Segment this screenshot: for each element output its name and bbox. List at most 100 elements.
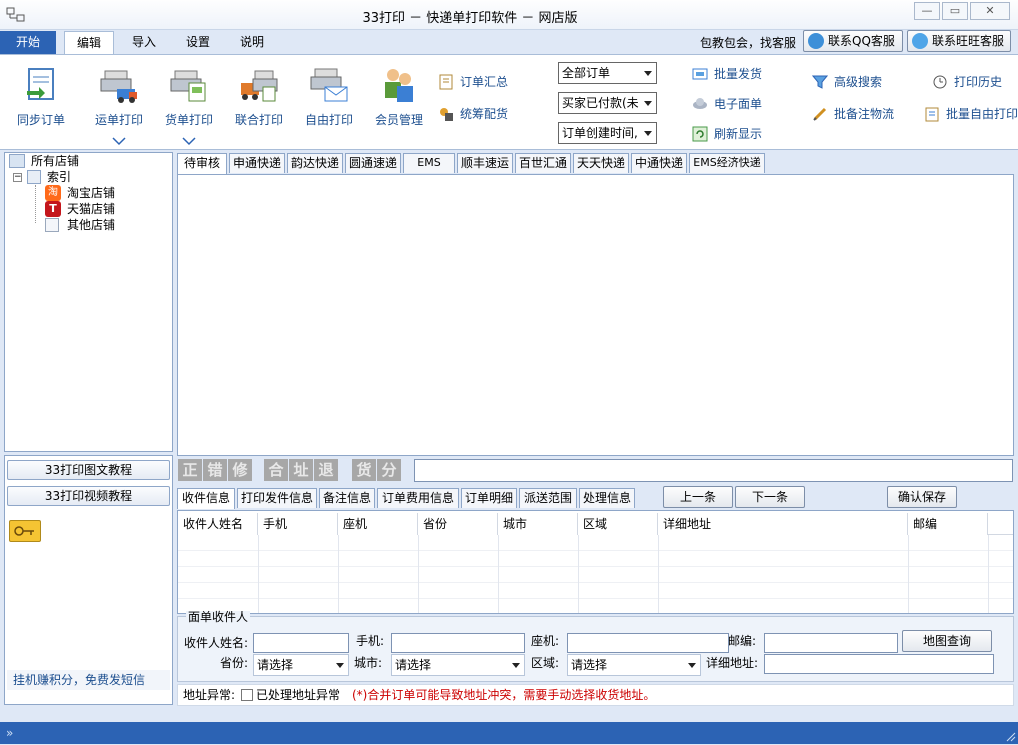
waybill-dropdown-icon[interactable] bbox=[111, 135, 127, 146]
tab-edit[interactable]: 编辑 bbox=[64, 31, 114, 54]
col-name[interactable]: 收件人姓名 bbox=[178, 513, 258, 535]
flag-merge-button[interactable]: 合 bbox=[264, 459, 288, 481]
flag-return-button[interactable]: 退 bbox=[314, 459, 338, 481]
col-address[interactable]: 详细地址 bbox=[658, 513, 908, 535]
order-status-select[interactable]: 买家已付款(未 bbox=[558, 92, 657, 114]
grid-col-divider bbox=[988, 535, 989, 613]
tab-recipient-info[interactable]: 收件信息 bbox=[177, 488, 235, 509]
tab-delivery-range[interactable]: 派送范围 bbox=[519, 488, 577, 508]
goods-print-button[interactable]: 货单打印 bbox=[160, 63, 218, 143]
map-query-button[interactable]: 地图查询 bbox=[902, 630, 992, 652]
tutorial-video-button[interactable]: 33打印视频教程 bbox=[7, 486, 170, 506]
batch-free-print-button[interactable]: 批量自由打印 bbox=[920, 103, 1018, 125]
tab-remarks[interactable]: 备注信息 bbox=[319, 488, 375, 508]
table-row[interactable] bbox=[178, 567, 1013, 583]
order-list[interactable] bbox=[177, 174, 1014, 456]
tab-sender-info[interactable]: 打印发件信息 bbox=[237, 488, 317, 508]
waybill-print-button[interactable]: 运单打印 bbox=[90, 63, 148, 143]
expand-icon[interactable]: » bbox=[6, 726, 13, 740]
tree-taobao[interactable]: 淘 淘宝店铺 bbox=[45, 185, 115, 201]
table-row[interactable] bbox=[178, 583, 1013, 599]
mobile-field[interactable] bbox=[391, 633, 525, 653]
col-mobile[interactable]: 手机 bbox=[258, 513, 338, 535]
combined-print-button[interactable]: 联合打印 bbox=[228, 63, 290, 143]
refresh-label: 刷新显示 bbox=[714, 127, 763, 141]
confirm-save-button[interactable]: 确认保存 bbox=[887, 486, 957, 508]
advanced-search-button[interactable]: 高级搜索 bbox=[808, 71, 908, 93]
tab-htky[interactable]: 百世汇通 bbox=[515, 153, 571, 173]
tab-pending-review[interactable]: 待审核 bbox=[177, 153, 227, 174]
tab-processing-info[interactable]: 处理信息 bbox=[579, 488, 635, 508]
col-zip[interactable]: 邮编 bbox=[908, 513, 988, 535]
col-city[interactable]: 城市 bbox=[498, 513, 578, 535]
print-history-button[interactable]: 打印历史 bbox=[928, 71, 1018, 93]
flag-split-button[interactable]: 分 bbox=[377, 459, 401, 481]
tree-index[interactable]: 索引 bbox=[27, 169, 71, 185]
tab-zto[interactable]: 中通快递 bbox=[631, 153, 687, 173]
flag-error-button[interactable]: 错 bbox=[203, 459, 227, 481]
qq-support-button[interactable]: 联系QQ客服 bbox=[803, 30, 903, 52]
order-scope-select[interactable]: 全部订单 bbox=[558, 62, 657, 84]
tab-tiantian[interactable]: 天天快递 bbox=[573, 153, 629, 173]
tab-help[interactable]: 说明 bbox=[230, 31, 274, 54]
order-summary-button[interactable]: 订单汇总 bbox=[434, 71, 544, 93]
store-tree-panel: 所有店铺 − 索引 淘 淘宝店铺 T 天猫店铺 其他店铺 bbox=[4, 152, 173, 452]
table-row[interactable] bbox=[178, 551, 1013, 567]
col-phone[interactable]: 座机 bbox=[338, 513, 418, 535]
earn-points-link[interactable]: 挂机赚积分，免费发短信 bbox=[7, 670, 170, 690]
stock-allocation-button[interactable]: 统筹配货 bbox=[434, 103, 544, 125]
flag-modify-button[interactable]: 修 bbox=[228, 459, 252, 481]
tab-order-detail[interactable]: 订单明细 bbox=[461, 488, 517, 508]
chevron-down-icon bbox=[644, 131, 652, 136]
recipient-name-field[interactable] bbox=[253, 633, 349, 653]
sync-orders-button[interactable]: 同步订单 bbox=[10, 63, 72, 143]
tab-ems[interactable]: EMS bbox=[403, 153, 455, 173]
tree-other[interactable]: 其他店铺 bbox=[45, 217, 115, 233]
tree-collapse-icon[interactable]: − bbox=[13, 173, 22, 182]
city-select[interactable]: 请选择 bbox=[391, 654, 525, 676]
tree-root[interactable]: 所有店铺 bbox=[9, 153, 79, 169]
refresh-button[interactable]: 刷新显示 bbox=[688, 123, 778, 145]
tutorial-text-button[interactable]: 33打印图文教程 bbox=[7, 460, 170, 480]
batch-ship-button[interactable]: 批量发货 bbox=[688, 63, 778, 85]
tab-sto[interactable]: 申通快递 bbox=[229, 153, 285, 173]
tab-yunda[interactable]: 韵达快递 bbox=[287, 153, 343, 173]
batch-note-button[interactable]: 批备注物流 bbox=[808, 103, 908, 125]
next-record-button[interactable]: 下一条 bbox=[735, 486, 805, 508]
flag-normal-button[interactable]: 正 bbox=[178, 459, 202, 481]
tree-tmall[interactable]: T 天猫店铺 bbox=[45, 201, 115, 217]
flag-address-button[interactable]: 址 bbox=[289, 459, 313, 481]
zip-field[interactable] bbox=[764, 633, 898, 653]
col-province[interactable]: 省份 bbox=[418, 513, 498, 535]
tab-start[interactable]: 开始 bbox=[0, 31, 56, 54]
minimize-button[interactable]: — bbox=[914, 2, 940, 20]
province-select[interactable]: 请选择 bbox=[253, 654, 349, 676]
resize-grip-icon[interactable] bbox=[1004, 730, 1016, 742]
wangwang-support-button[interactable]: 联系旺旺客服 bbox=[907, 30, 1011, 52]
free-print-button[interactable]: 自由打印 bbox=[300, 63, 358, 143]
order-sort-select[interactable]: 订单创建时间, bbox=[558, 122, 657, 144]
flag-note-input[interactable] bbox=[414, 459, 1013, 482]
tab-import[interactable]: 导入 bbox=[122, 31, 166, 54]
grid-col-divider bbox=[578, 535, 579, 613]
col-area[interactable]: 区域 bbox=[578, 513, 658, 535]
detail-address-field[interactable] bbox=[764, 654, 994, 674]
maximize-button[interactable]: ▭ bbox=[942, 2, 968, 20]
area-select[interactable]: 请选择 bbox=[567, 654, 701, 676]
phone-field[interactable] bbox=[567, 633, 729, 653]
tab-order-fees[interactable]: 订单费用信息 bbox=[377, 488, 459, 508]
table-row[interactable] bbox=[178, 535, 1013, 551]
close-button[interactable]: ✕ bbox=[970, 2, 1010, 20]
prev-record-button[interactable]: 上一条 bbox=[663, 486, 733, 508]
member-management-button[interactable]: 会员管理 bbox=[370, 63, 428, 143]
flag-goods-button[interactable]: 货 bbox=[352, 459, 376, 481]
goods-dropdown-icon[interactable] bbox=[181, 135, 197, 146]
handled-checkbox[interactable] bbox=[241, 689, 253, 701]
batch-ship-icon bbox=[692, 66, 708, 82]
tab-ems-economy[interactable]: EMS经济快递 bbox=[689, 153, 765, 173]
tab-sf[interactable]: 顺丰速运 bbox=[457, 153, 513, 173]
tab-settings[interactable]: 设置 bbox=[176, 31, 220, 54]
tab-yto[interactable]: 圆通速递 bbox=[345, 153, 401, 173]
e-waybill-button[interactable]: 电子面单 bbox=[688, 93, 778, 115]
sms-key-icon[interactable] bbox=[9, 520, 41, 542]
